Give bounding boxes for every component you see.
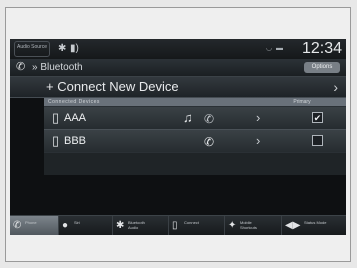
nav-phone[interactable]: ✆ Phone [10, 216, 59, 235]
clock: 12:34 [301, 40, 342, 57]
audio-source-button[interactable]: Audio Source [14, 41, 50, 57]
battery-icon: ▬ [276, 45, 283, 52]
nav-label: Phone [25, 220, 37, 225]
status-bar: Audio Source ✱ ▮) ◡ ▬ 12:34 [10, 39, 346, 59]
primary-checkbox[interactable] [312, 135, 323, 146]
voice-icon: ● [62, 220, 69, 231]
title-bar: ✆ » Bluetooth Options [10, 59, 346, 77]
phone-icon: ✆ [13, 220, 22, 231]
nav-siri[interactable]: ● Siri [59, 216, 113, 235]
device-name: AAA [64, 112, 87, 124]
page-title: » Bluetooth [32, 62, 83, 73]
nav-label: Connect [184, 220, 199, 225]
connect-new-device-row[interactable]: + Connect New Device › [10, 77, 346, 98]
connected-devices-heading: Connected Devices [48, 99, 100, 105]
bluetooth-status-icon: ✱ [58, 43, 67, 54]
chevron-right-icon[interactable]: › [256, 130, 260, 152]
smartphone-icon: ▯ [52, 133, 60, 148]
nav-status-mode[interactable]: ◀▶ Status Mode [282, 216, 346, 235]
primary-heading: Primary [293, 99, 311, 105]
nav-label: Status Mode [304, 220, 327, 225]
device-row-bbb[interactable]: ▯ BBB ✆ › [44, 130, 346, 152]
bluetooth-icon: ✱ [116, 220, 125, 231]
page-title-text: Bluetooth [40, 62, 83, 73]
phone-icon[interactable]: ✆ [16, 60, 25, 75]
bottom-nav: ✆ Phone ● Siri ✱ Bluetooth Audio ▯ Conne… [10, 215, 346, 235]
device-list-header: Connected Devices Primary [44, 98, 346, 106]
signal-icon: ◡ [266, 45, 273, 52]
device-icon: ▯ [172, 220, 178, 231]
primary-checkbox[interactable]: ✔ [312, 112, 323, 123]
chevron-right-icon: › [333, 79, 338, 95]
nav-label: Siri [74, 220, 80, 225]
nav-label: Bluetooth Audio [128, 220, 145, 230]
shortcut-icon: ✦ [228, 220, 237, 231]
audio-connected-icon: ♫ [183, 110, 193, 125]
device-row-aaa[interactable]: ▯ AAA ♫ ✆ › ✔ [44, 107, 346, 130]
device-list: Connected Devices Primary ▯ AAA ♫ ✆ › ✔ … [44, 98, 346, 175]
nav-connect[interactable]: ▯ Connect [169, 216, 225, 235]
phone-connected-icon: ✆ [204, 112, 215, 126]
infotainment-screen: Audio Source ✱ ▮) ◡ ▬ 12:34 ✆ » Bluetoot… [10, 39, 346, 235]
nav-mobile-shortcuts[interactable]: ✦ Mobile Shortcuts [225, 216, 282, 235]
volume-icon: ▮) [70, 43, 79, 54]
nav-bluetooth-audio[interactable]: ✱ Bluetooth Audio [113, 216, 169, 235]
nav-label: Mobile Shortcuts [240, 220, 257, 230]
chevron-right-icon[interactable]: › [256, 107, 260, 129]
status-icon: ◀▶ [285, 220, 301, 231]
connect-new-device-label: + Connect New Device [46, 79, 179, 94]
list-empty-area [44, 153, 346, 175]
options-button[interactable]: Options [304, 62, 340, 73]
phone-connected-icon: ✆ [204, 135, 215, 149]
device-name: BBB [64, 135, 87, 147]
smartphone-icon: ▯ [52, 110, 60, 125]
